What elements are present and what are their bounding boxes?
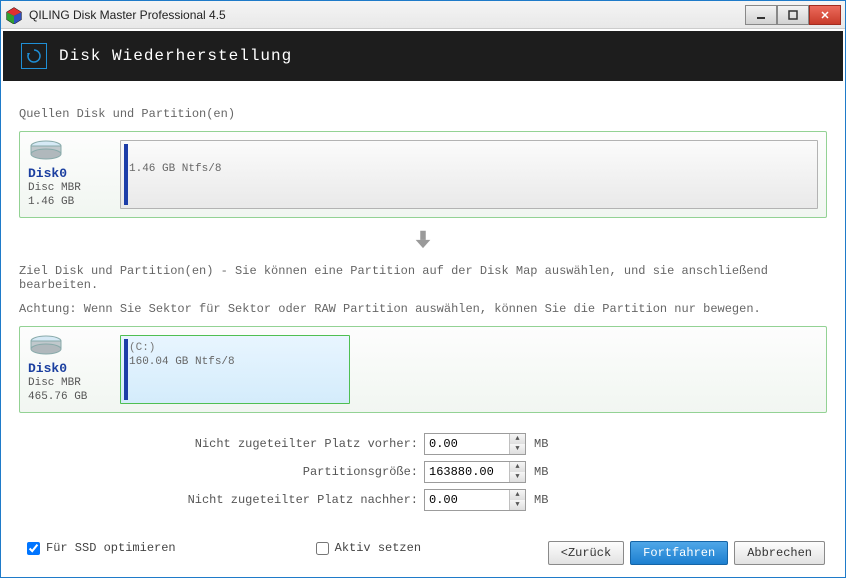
space-before-field[interactable] <box>425 434 509 454</box>
source-disk-name: Disk0 <box>28 166 112 181</box>
unit-label: MB <box>534 437 548 451</box>
minimize-button[interactable] <box>745 5 777 25</box>
label-space-after: Nicht zugeteilter Platz nachher: <box>19 493 424 507</box>
target-partition-text: 160.04 GB Ntfs/8 <box>129 356 341 368</box>
label-space-before: Nicht zugeteilter Platz vorher: <box>19 437 424 451</box>
target-disk-info: Disk0 Disc MBR 465.76 GB <box>28 335 112 404</box>
input-partition-size[interactable]: ▲▼ <box>424 461 526 483</box>
target-disk-name: Disk0 <box>28 361 112 376</box>
target-partition-label: (C:) <box>129 342 341 354</box>
page-header: Disk Wiederherstellung <box>3 31 843 81</box>
target-disk-panel: Disk0 Disc MBR 465.76 GB (C:) 160.04 GB … <box>19 326 827 413</box>
row-space-before: Nicht zugeteilter Platz vorher: ▲▼ MB <box>19 433 827 455</box>
spin-down-icon[interactable]: ▼ <box>510 500 525 510</box>
set-active-input[interactable] <box>316 542 329 555</box>
footer-buttons: <Zurück Fortfahren Abbrechen <box>548 541 825 565</box>
input-space-after[interactable]: ▲▼ <box>424 489 526 511</box>
source-disk-info: Disk0 Disc MBR 1.46 GB <box>28 140 112 209</box>
spin-up-icon[interactable]: ▲ <box>510 434 525 444</box>
target-warning-label: Achtung: Wenn Sie Sektor für Sektor oder… <box>19 302 827 316</box>
close-button[interactable] <box>809 5 841 25</box>
ssd-optimize-label: Für SSD optimieren <box>46 541 176 555</box>
row-partition-size: Partitionsgröße: ▲▼ MB <box>19 461 827 483</box>
ssd-optimize-checkbox[interactable]: Für SSD optimieren <box>27 541 176 555</box>
app-icon <box>5 6 23 24</box>
partition-size-field[interactable] <box>425 462 509 482</box>
back-button[interactable]: <Zurück <box>548 541 624 565</box>
source-disk-type: Disc MBR <box>28 181 112 195</box>
restore-icon <box>21 43 47 69</box>
source-section-label: Quellen Disk und Partition(en) <box>19 107 827 121</box>
set-active-checkbox[interactable]: Aktiv setzen <box>316 541 421 555</box>
content-area: Quellen Disk und Partition(en) Disk0 Dis… <box>1 83 845 555</box>
arrow-down-icon <box>19 228 827 254</box>
main-window: QILING Disk Master Professional 4.5 Disk… <box>0 0 846 578</box>
size-form: Nicht zugeteilter Platz vorher: ▲▼ MB Pa… <box>19 433 827 511</box>
window-title: QILING Disk Master Professional 4.5 <box>29 8 226 22</box>
spin-down-icon[interactable]: ▼ <box>510 444 525 454</box>
space-after-field[interactable] <box>425 490 509 510</box>
spin-up-icon[interactable]: ▲ <box>510 490 525 500</box>
source-disk-size: 1.46 GB <box>28 195 112 209</box>
spin-down-icon[interactable]: ▼ <box>510 472 525 482</box>
ssd-optimize-input[interactable] <box>27 542 40 555</box>
maximize-button[interactable] <box>777 5 809 25</box>
source-disk-panel: Disk0 Disc MBR 1.46 GB 1.46 GB Ntfs/8 <box>19 131 827 218</box>
page-title: Disk Wiederherstellung <box>59 47 292 65</box>
target-disk-type: Disc MBR <box>28 376 112 390</box>
set-active-label: Aktiv setzen <box>335 541 421 555</box>
continue-button[interactable]: Fortfahren <box>630 541 728 565</box>
spin-up-icon[interactable]: ▲ <box>510 462 525 472</box>
label-partition-size: Partitionsgröße: <box>19 465 424 479</box>
titlebar: QILING Disk Master Professional 4.5 <box>1 1 845 29</box>
source-partition-text: 1.46 GB Ntfs/8 <box>129 163 809 175</box>
row-space-after: Nicht zugeteilter Platz nachher: ▲▼ MB <box>19 489 827 511</box>
disk-icon <box>28 140 64 160</box>
window-controls <box>745 5 841 25</box>
cancel-button[interactable]: Abbrechen <box>734 541 825 565</box>
disk-icon <box>28 335 64 355</box>
source-partition[interactable]: 1.46 GB Ntfs/8 <box>120 140 818 209</box>
unit-label: MB <box>534 493 548 507</box>
input-space-before[interactable]: ▲▼ <box>424 433 526 455</box>
unit-label: MB <box>534 465 548 479</box>
target-disk-size: 465.76 GB <box>28 390 112 404</box>
target-partition[interactable]: (C:) 160.04 GB Ntfs/8 <box>120 335 350 404</box>
target-section-label: Ziel Disk und Partition(en) - Sie können… <box>19 264 827 292</box>
